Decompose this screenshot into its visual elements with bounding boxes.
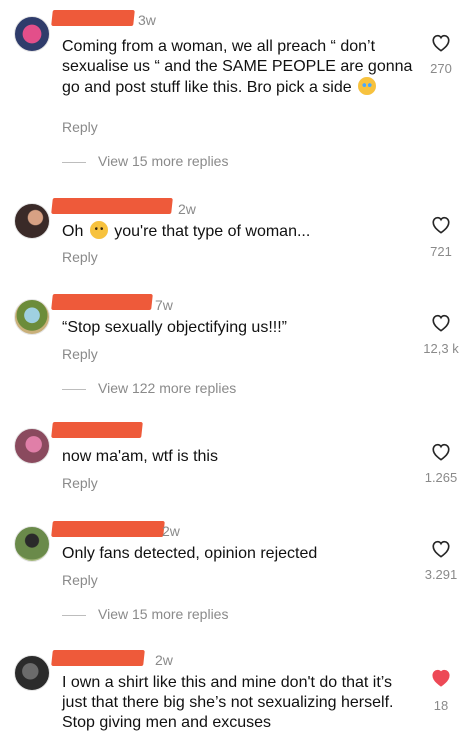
avatar[interactable] [14,526,50,562]
heart-icon[interactable] [430,441,452,461]
redacted-username [51,521,165,537]
like-count: 721 [430,244,452,259]
view-more-replies-button[interactable]: View 15 more replies [62,153,262,173]
comment-text: Coming from a woman, we all preach “ don… [62,38,413,96]
like-count: 3.291 [424,567,458,582]
comment-timestamp: 2w [178,201,196,217]
redacted-username [51,10,135,26]
heart-icon[interactable] [430,667,452,687]
divider [62,389,86,390]
comment-text: now ma'am, wtf is this [62,448,218,465]
reply-button[interactable]: Reply [62,346,98,362]
redacted-username [51,650,145,666]
comment-text: Oh you're that type of woman... [62,221,311,240]
view-more-replies-button[interactable]: View 15 more replies [62,606,262,626]
crying-laughing-emoji [358,77,377,95]
reply-button[interactable]: Reply [62,249,98,265]
heart-icon[interactable] [430,312,452,332]
comment-timestamp: 2w [155,652,173,668]
confused-face-emoji [89,221,108,239]
redacted-username [51,422,143,438]
avatar[interactable] [14,16,50,52]
heart-icon[interactable] [430,214,452,234]
heart-icon[interactable] [430,538,452,558]
view-more-replies-label: View 15 more replies [98,153,229,169]
comment-text: Only fans detected, opinion rejected [62,545,318,562]
like-count: 1.265 [424,470,458,485]
like-count: 270 [430,61,452,76]
comment-timestamp: 3w [138,12,156,28]
like-count: 18 [433,698,449,713]
view-more-replies-label: View 15 more replies [98,606,229,622]
avatar[interactable] [14,299,50,335]
redacted-username [51,198,173,214]
reply-button[interactable]: Reply [62,572,98,588]
like-count: 12,3 k [423,341,459,356]
comment-timestamp: 7w [155,297,173,313]
reply-button[interactable]: Reply [62,119,98,135]
comment-text: I own a shirt like this and mine don't d… [62,674,394,731]
reply-button[interactable]: Reply [62,475,98,491]
redacted-username [51,294,153,310]
divider [62,162,86,163]
view-more-replies-button[interactable]: View 122 more replies [62,380,272,400]
divider [62,615,86,616]
avatar[interactable] [14,203,50,239]
view-more-replies-label: View 122 more replies [98,380,237,396]
avatar[interactable] [14,655,50,691]
comment-timestamp: 2w [162,523,180,539]
avatar[interactable] [14,428,50,464]
heart-icon[interactable] [430,32,452,52]
comment-text: “Stop sexually objectifying us!!!” [62,319,287,336]
